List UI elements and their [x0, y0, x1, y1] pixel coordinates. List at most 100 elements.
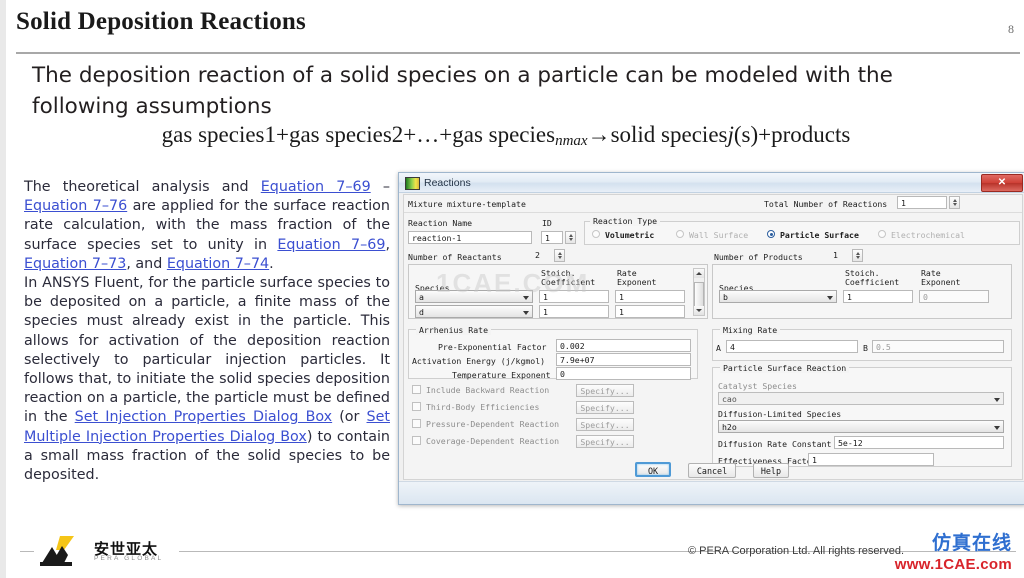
- watermark-url: www.1CAE.com: [894, 556, 1012, 573]
- products-header-rate: Rate Exponent: [921, 268, 961, 287]
- total-reactions-input[interactable]: 1: [897, 196, 947, 209]
- dialog-title-bar[interactable]: Reactions ✕: [399, 173, 1024, 193]
- radio-label-particle-surface[interactable]: Particle Surface: [780, 230, 859, 240]
- reaction-name-input[interactable]: reaction-1: [408, 231, 532, 244]
- temperature-exponent-input[interactable]: 0: [556, 367, 691, 380]
- checkbox-coverage-dependent-reaction[interactable]: [412, 436, 421, 445]
- products-count-input[interactable]: 1: [830, 249, 852, 262]
- reactant-species-value-0: a: [419, 292, 424, 302]
- scroll-up-icon[interactable]: [694, 269, 704, 278]
- label-coverage-dependent-reaction[interactable]: Coverage-Dependent Reaction: [426, 436, 559, 446]
- scroll-down-icon[interactable]: [694, 306, 704, 315]
- mixture-value: mixture-template: [447, 199, 526, 209]
- link-equation-7-76[interactable]: Equation 7–76: [24, 198, 127, 214]
- products-header-stoich: Stoich. Coefficient: [845, 268, 900, 287]
- close-icon[interactable]: ✕: [981, 174, 1023, 192]
- catalyst-species-value: cao: [722, 394, 737, 404]
- equation-lead: gas species1+gas species2+…+gas species: [161, 122, 556, 147]
- reactant-rate-input-0[interactable]: 1: [615, 290, 685, 303]
- specify-button-third-body[interactable]: Specify...: [576, 401, 634, 414]
- intro-text: The deposition reaction of a solid speci…: [32, 63, 893, 119]
- products-count-spinner[interactable]: [852, 249, 863, 262]
- chevron-down-icon: [994, 426, 1000, 430]
- reactant-stoich-input-0[interactable]: 1: [539, 290, 609, 303]
- reactants-header-rate: Rate Exponent: [617, 268, 657, 287]
- radio-label-wall-surface[interactable]: Wall Surface: [689, 230, 748, 240]
- chevron-down-icon: [994, 398, 1000, 402]
- radio-wall-surface[interactable]: [676, 230, 684, 238]
- reactant-stoich-input-1[interactable]: 1: [539, 305, 609, 318]
- logo-english-text: PERA GLOBAL: [94, 555, 164, 562]
- copyright-text: © PERA Corporation Ltd. All rights reser…: [688, 545, 904, 557]
- product-species-value-0: b: [723, 292, 728, 302]
- fluent-app-icon: [405, 177, 420, 190]
- activation-energy-input[interactable]: 7.9e+07: [556, 353, 691, 366]
- specify-button-pressure[interactable]: Specify...: [576, 418, 634, 431]
- page-title: Solid Deposition Reactions: [16, 8, 306, 35]
- scrollbar-thumb[interactable]: [694, 282, 704, 308]
- reactant-species-combo-1[interactable]: d: [415, 305, 533, 318]
- mixing-rate-a-input[interactable]: 4: [726, 340, 858, 353]
- specify-button-coverage[interactable]: Specify...: [576, 435, 634, 448]
- p1-text-4: ,: [385, 236, 390, 253]
- radio-electrochemical[interactable]: [878, 230, 886, 238]
- label-third-body-efficiencies[interactable]: Third-Body Efficiencies: [426, 402, 539, 412]
- label-include-backward-reaction[interactable]: Include Backward Reaction: [426, 385, 549, 395]
- mixing-rate-b-label: B: [863, 343, 868, 353]
- checkbox-include-backward-reaction[interactable]: [412, 385, 421, 394]
- diffusion-rate-constant-input[interactable]: 5e-12: [834, 436, 1004, 449]
- radio-label-electrochemical[interactable]: Electrochemical: [891, 230, 965, 240]
- radio-particle-surface[interactable]: [767, 230, 775, 238]
- catalyst-species-label: Catalyst Species: [718, 381, 797, 391]
- product-rate-input-0[interactable]: 0: [919, 290, 989, 303]
- total-reactions-label: Total Number of Reactions: [764, 199, 888, 209]
- chevron-down-icon: [523, 296, 529, 300]
- reactants-count-spinner[interactable]: [554, 249, 565, 262]
- equation-mid: solid species: [610, 122, 728, 147]
- pre-exponential-input[interactable]: 0.002: [556, 339, 691, 352]
- link-equation-7-74[interactable]: Equation 7–74: [167, 256, 269, 272]
- dialog-footer: [399, 481, 1024, 504]
- id-spinner[interactable]: [565, 231, 576, 244]
- reactant-species-combo-0[interactable]: a: [415, 290, 533, 303]
- reactants-count-input[interactable]: 2: [532, 249, 554, 262]
- page-number: 8: [1008, 22, 1014, 36]
- reactants-count-label: Number of Reactants: [408, 252, 502, 262]
- slide-root: Solid Deposition Reactions 8 The deposit…: [0, 0, 1024, 578]
- product-species-combo-0[interactable]: b: [719, 290, 837, 303]
- radio-label-volumetric[interactable]: Volumetric: [605, 230, 654, 240]
- mixture-row: Mixture mixture-template Total Number of…: [404, 195, 1022, 213]
- link-equation-7-73[interactable]: Equation 7–73: [24, 256, 126, 272]
- diffusion-limited-species-combo[interactable]: h2o: [718, 420, 1004, 433]
- cancel-button[interactable]: Cancel: [688, 463, 736, 478]
- ok-button[interactable]: OK: [635, 462, 672, 477]
- body-text-column: The theoretical analysis and Equation 7–…: [24, 178, 390, 485]
- product-stoich-input-0[interactable]: 1: [843, 290, 913, 303]
- chevron-down-icon: [827, 296, 833, 300]
- mixing-rate-a-label: A: [716, 343, 721, 353]
- id-input[interactable]: 1: [541, 231, 563, 244]
- p2-text-2: (or: [332, 409, 367, 426]
- reactant-species-value-1: d: [419, 307, 424, 317]
- reactants-scrollbar[interactable]: [693, 268, 705, 316]
- specify-button-backward[interactable]: Specify...: [576, 384, 634, 397]
- checkbox-third-body-efficiencies[interactable]: [412, 402, 421, 411]
- reactant-rate-input-1[interactable]: 1: [615, 305, 685, 318]
- label-pressure-dependent-reaction[interactable]: Pressure-Dependent Reaction: [426, 419, 559, 429]
- link-equation-7-69-b[interactable]: Equation 7–69: [277, 237, 385, 253]
- help-button[interactable]: Help: [752, 463, 789, 478]
- diffusion-rate-constant-label: Diffusion Rate Constant: [718, 439, 832, 449]
- products-count-label: Number of Products: [714, 252, 803, 262]
- checkbox-pressure-dependent-reaction[interactable]: [412, 419, 421, 428]
- particle-surface-label: Particle Surface Reaction: [720, 363, 850, 373]
- radio-volumetric[interactable]: [592, 230, 600, 238]
- link-set-injection-properties-dialog-box[interactable]: Set Injection Properties Dialog Box: [75, 409, 332, 425]
- total-reactions-spinner[interactable]: [949, 196, 960, 209]
- catalyst-species-combo[interactable]: cao: [718, 392, 1004, 405]
- p1-text-2: –: [370, 179, 390, 195]
- p1-text-6: .: [269, 255, 274, 272]
- mixing-rate-b-input[interactable]: 0.5: [872, 340, 1004, 353]
- p1-text-1: The theoretical analysis and: [24, 179, 261, 195]
- reaction-type-label: Reaction Type: [590, 216, 661, 226]
- link-equation-7-69-a[interactable]: Equation 7–69: [261, 179, 371, 195]
